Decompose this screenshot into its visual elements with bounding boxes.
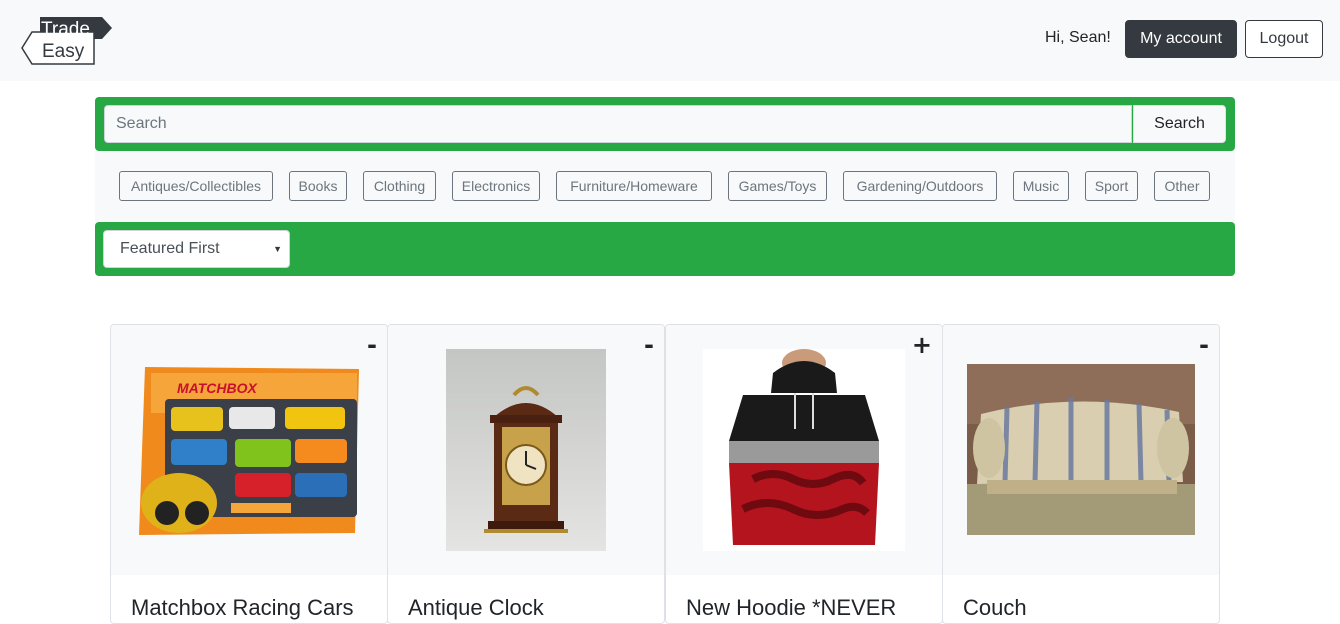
listing-card[interactable]: - Antique Clock xyxy=(387,324,665,624)
expand-toggle[interactable]: + xyxy=(912,331,932,359)
sort-selected-value: Featured First xyxy=(120,240,220,257)
category-gardening-outdoors[interactable]: Gardening/Outdoors xyxy=(843,171,997,201)
couch-image xyxy=(967,364,1195,535)
category-clothing[interactable]: Clothing xyxy=(363,171,436,201)
logout-button[interactable]: Logout xyxy=(1245,20,1323,58)
category-games-toys[interactable]: Games/Toys xyxy=(728,171,827,201)
listing-card[interactable]: - Couch xyxy=(942,324,1220,624)
category-music[interactable]: Music xyxy=(1013,171,1069,201)
listing-card[interactable]: - MATCHBOX Matchbox Racing Cars xyxy=(110,324,388,624)
navbar: Trade Easy Hi, Sean! My account Logout xyxy=(0,0,1340,81)
logo-text-easy: Easy xyxy=(42,41,85,62)
listing-title[interactable]: New Hoodie *NEVER xyxy=(686,595,896,621)
category-sport[interactable]: Sport xyxy=(1085,171,1138,201)
listing-title[interactable]: Couch xyxy=(963,595,1027,621)
category-antiques-collectibles[interactable]: Antiques/Collectibles xyxy=(119,171,273,201)
collapse-toggle[interactable]: - xyxy=(1199,331,1209,359)
search-button[interactable]: Search xyxy=(1133,105,1226,143)
sort-select[interactable]: Featured First ▼ xyxy=(103,230,290,268)
collapse-toggle[interactable]: - xyxy=(644,331,654,359)
svg-text:MATCHBOX: MATCHBOX xyxy=(177,380,259,396)
my-account-button[interactable]: My account xyxy=(1125,20,1237,58)
category-electronics[interactable]: Electronics xyxy=(452,171,540,201)
trade-easy-logo[interactable]: Trade Easy xyxy=(20,10,114,70)
hoodie-image xyxy=(703,349,905,551)
category-books[interactable]: Books xyxy=(289,171,347,201)
user-greeting: Hi, Sean! xyxy=(1045,29,1111,46)
search-input[interactable] xyxy=(104,105,1132,143)
matchbox-toy-box-image: MATCHBOX xyxy=(139,367,359,535)
chevron-down-icon: ▼ xyxy=(273,244,282,254)
category-other[interactable]: Other xyxy=(1154,171,1210,201)
antique-clock-image xyxy=(446,349,606,551)
listing-title[interactable]: Antique Clock xyxy=(408,595,544,621)
listing-card[interactable]: + New Hoodie *NEVER xyxy=(665,324,943,624)
logo-text-trade: Trade xyxy=(41,19,90,40)
category-furniture-homeware[interactable]: Furniture/Homeware xyxy=(556,171,712,201)
collapse-toggle[interactable]: - xyxy=(367,331,377,359)
listing-title[interactable]: Matchbox Racing Cars xyxy=(131,595,354,621)
